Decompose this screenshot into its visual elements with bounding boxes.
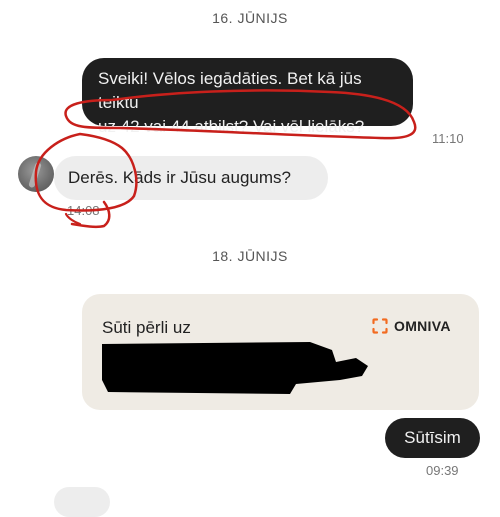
incoming-message-bubble[interactable]: Derēs. Kāds ir Jūsu augums? <box>54 156 328 200</box>
partially-visible-message-bubble[interactable] <box>54 487 110 517</box>
avatar[interactable] <box>18 156 54 192</box>
omniva-logo-icon <box>372 318 388 334</box>
redacted-address-block <box>102 342 368 394</box>
message-line-2: uz 42 vai 44 atbilst? Vai vēl lielāks? <box>98 117 365 136</box>
outgoing-message-bubble[interactable]: Sveiki! Vēlos iegādāties. Bet kā jūs tei… <box>82 58 413 136</box>
date-separator: 16. JŪNIJS <box>212 10 288 26</box>
date-separator: 18. JŪNIJS <box>212 248 288 264</box>
message-text: Derēs. Kāds ir Jūsu augums? <box>68 168 291 187</box>
message-timestamp: 14:08 <box>67 203 100 218</box>
outgoing-message-bubble[interactable]: Sūtīsim <box>385 418 480 458</box>
shipping-address-card[interactable]: Sūti pērli uz OMNIVA <box>82 294 479 410</box>
message-text: Sūtīsim <box>404 428 461 447</box>
carrier-name: OMNIVA <box>394 318 451 334</box>
card-title: Sūti pērli uz <box>102 318 191 337</box>
message-timestamp: 09:39 <box>426 463 459 478</box>
message-timestamp: 11:10 <box>432 131 464 146</box>
carrier-badge: OMNIVA <box>372 318 451 334</box>
message-line-1: Sveiki! Vēlos iegādāties. Bet kā jūs tei… <box>98 69 362 112</box>
